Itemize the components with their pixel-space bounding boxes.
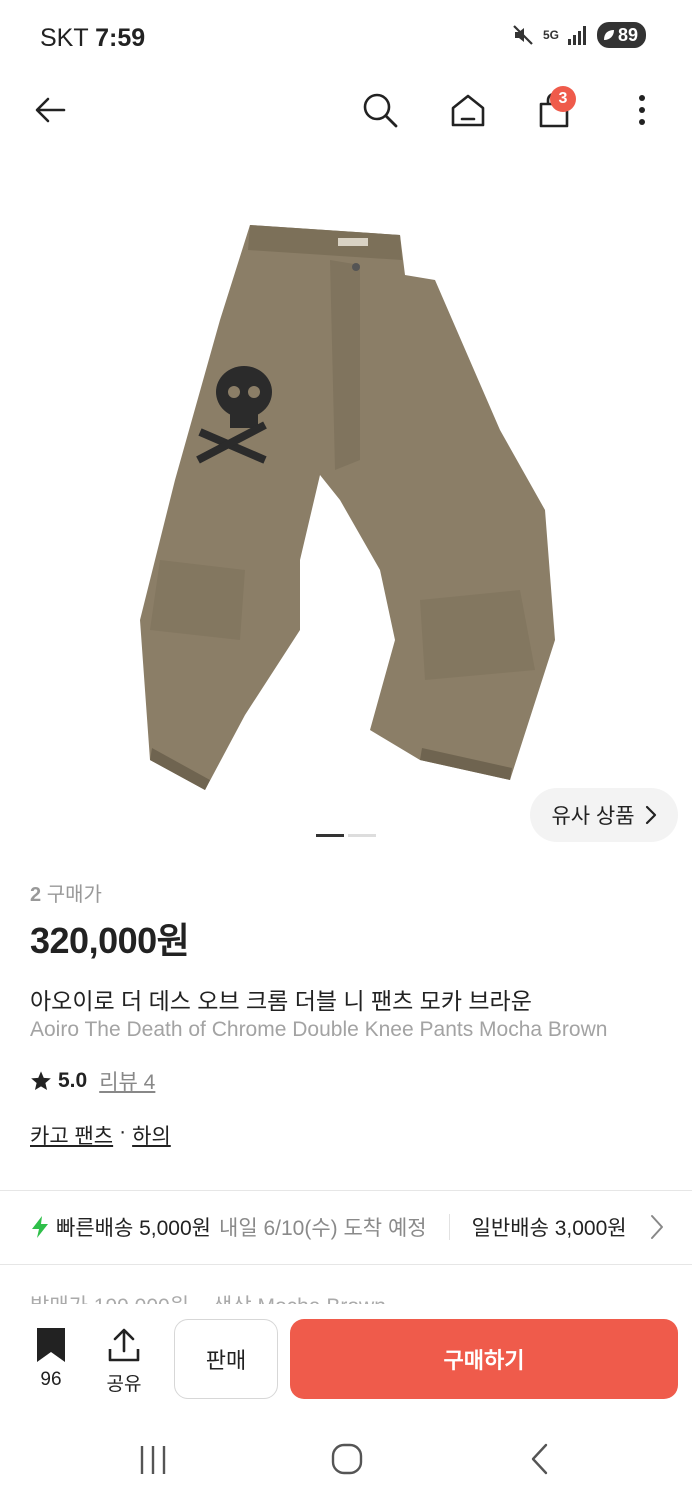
- lightning-icon: [32, 1216, 48, 1238]
- home-icon: [451, 94, 485, 127]
- carousel-indicator: [316, 834, 376, 837]
- signal-icon: [567, 26, 586, 45]
- shipping-separator: [448, 1214, 450, 1240]
- home-button[interactable]: [444, 86, 492, 134]
- more-button[interactable]: [618, 86, 666, 134]
- shipping-options[interactable]: 빠른배송 5,000원 내일 6/10(수) 도착 예정 일반배송 3,000원: [30, 1212, 670, 1242]
- status-icons: 5G 89: [511, 22, 646, 48]
- review-link[interactable]: 리뷰 4: [99, 1066, 155, 1096]
- category-link-bottoms[interactable]: 하의: [132, 1120, 171, 1150]
- home-nav-icon[interactable]: [330, 1442, 364, 1476]
- product-photo: [140, 225, 555, 790]
- bookmark-icon: [37, 1328, 65, 1362]
- back-button[interactable]: [26, 86, 74, 134]
- search-icon: [363, 93, 398, 128]
- product-rating: 5.0 리뷰 4: [30, 1066, 155, 1096]
- product-name-english: Aoiro The Death of Chrome Double Knee Pa…: [30, 1018, 608, 1041]
- back-nav-icon[interactable]: [528, 1442, 550, 1476]
- buyer-count-value: 2: [30, 884, 42, 906]
- status-bar: SKT 7:59 5G 89: [0, 0, 692, 76]
- category-separator: ·: [119, 1120, 127, 1143]
- bookmark-count: 96: [40, 1369, 62, 1390]
- fast-shipping-label: 빠른배송 5,000원: [56, 1217, 211, 1240]
- buyer-count: 2 구매가: [30, 878, 102, 907]
- carousel-dot: [348, 834, 376, 837]
- carrier-label: SKT: [40, 24, 89, 52]
- product-name-korean: 아오이로 더 데스 오브 크롬 더블 니 팬츠 모카 브라운: [30, 988, 532, 1014]
- product-price: 320,000원: [30, 920, 190, 961]
- product-image-carousel[interactable]: [0, 170, 692, 850]
- carousel-dot-active: [316, 834, 344, 837]
- leaf-icon: [603, 30, 614, 40]
- rating-score: 5.0: [58, 1069, 88, 1092]
- category-breadcrumb: 카고 팬츠 · 하의: [30, 1120, 171, 1150]
- divider: [0, 1264, 692, 1265]
- cart-count-badge: 3: [550, 86, 576, 112]
- category-link-cargo[interactable]: 카고 팬츠: [30, 1120, 113, 1150]
- system-navigation-bar: [0, 1420, 692, 1500]
- clock-label: 7:59: [95, 24, 146, 52]
- normal-shipping-label: 일반배송 3,000원: [471, 1217, 627, 1240]
- divider: [0, 1190, 692, 1191]
- fast-shipping-eta: 내일 6/10(수) 도착 예정: [219, 1217, 427, 1240]
- recent-apps-icon[interactable]: [138, 1444, 168, 1476]
- color-info: 색상 Mocha Brown: [213, 1290, 386, 1304]
- arrow-left-icon: [35, 97, 66, 123]
- similar-products-label: 유사 상품: [551, 805, 635, 828]
- network-type: 5G: [542, 28, 559, 42]
- status-time: SKT 7:59: [40, 24, 145, 53]
- mute-icon: [513, 25, 533, 45]
- battery-level: 89: [617, 24, 638, 45]
- similar-products-button[interactable]: 유사 상품: [530, 788, 678, 842]
- top-nav: 3: [0, 76, 692, 146]
- search-button[interactable]: [356, 86, 404, 134]
- release-price: 발매가 199,000원: [30, 1290, 189, 1304]
- buy-button[interactable]: 구매하기: [290, 1319, 678, 1399]
- share-button[interactable]: 공유: [106, 1327, 142, 1396]
- bookmark-button[interactable]: 96: [34, 1327, 68, 1391]
- chevron-right-icon: [645, 805, 656, 825]
- share-label: 공유: [106, 1374, 142, 1395]
- cart-button[interactable]: 3: [530, 86, 578, 134]
- star-icon: [31, 1071, 51, 1090]
- bottom-action-bar: 96 공유 판매 구매하기: [0, 1305, 692, 1415]
- buyer-count-label: 구매가: [46, 884, 102, 906]
- shipping-chevron-right-icon[interactable]: [650, 1214, 664, 1240]
- release-info-row[interactable]: 발매가 199,000원 색상 Mocha Brown: [30, 1286, 670, 1304]
- sell-button[interactable]: 판매: [174, 1319, 278, 1399]
- more-vertical-icon: [639, 95, 645, 125]
- battery-indicator: 89: [596, 22, 646, 48]
- share-icon: [108, 1328, 140, 1362]
